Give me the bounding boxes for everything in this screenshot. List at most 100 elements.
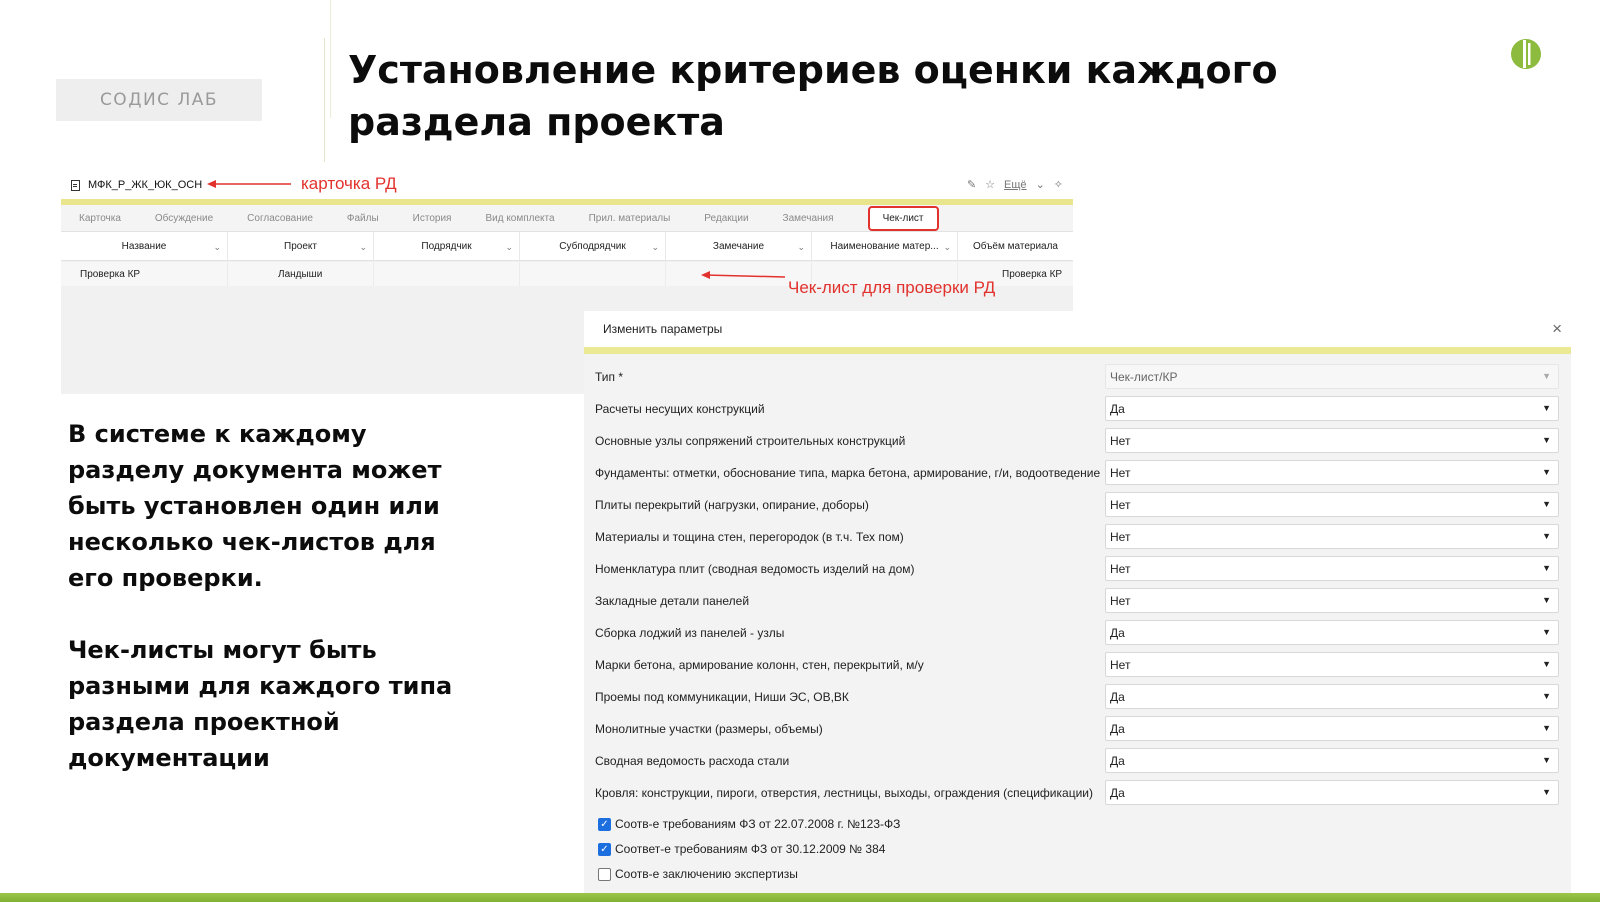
caret-down-icon: ▼ (1542, 435, 1551, 445)
cell-contractor (374, 262, 520, 286)
tab-history[interactable]: История (413, 213, 452, 224)
cell-name: Проверка КР (61, 262, 228, 286)
cell-subcontractor (520, 262, 666, 286)
brand-logo-icon (1511, 39, 1541, 69)
description-paragraph-1: В системе к каждому разделу документа мо… (68, 420, 442, 592)
checkbox-expertise[interactable]: Соотв-е заключению экспертизы (598, 867, 798, 881)
chevron-down-icon[interactable]: ⌄ (1036, 178, 1045, 191)
field-select[interactable]: Да ▼ (1105, 716, 1559, 741)
field-row: Кровля: конструкции, пироги, отверстия, … (595, 780, 1560, 806)
tab-checklist[interactable]: Чек-лист (867, 205, 939, 231)
more-button[interactable]: Ещё (1004, 179, 1027, 191)
checkbox-checked-icon[interactable]: ✓ (598, 817, 611, 831)
field-select[interactable]: Да ▼ (1105, 684, 1559, 709)
tab-revisions[interactable]: Редакции (704, 213, 748, 224)
tab-discussion[interactable]: Обсуждение (155, 213, 213, 224)
cell-project: Ландыши (228, 262, 374, 286)
caret-down-icon: ▼ (1542, 755, 1551, 765)
checkbox-fz-384[interactable]: ✓ Соответ-е требованиям ФЗ от 30.12.2009… (598, 842, 885, 856)
annotation-arrow-card (207, 180, 291, 188)
caret-down-icon: ▼ (1542, 659, 1551, 669)
field-label: Материалы и тощина стен, перегородок (в … (595, 530, 904, 544)
field-select[interactable]: Нет ▼ (1105, 460, 1559, 485)
field-row: Сводная ведомость расхода стали Да ▼ (595, 748, 1560, 774)
tab-card[interactable]: Карточка (79, 213, 121, 224)
field-label: Номенклатура плит (сводная ведомость изд… (595, 562, 915, 576)
column-header-project[interactable]: Проект ⌄ (228, 232, 374, 260)
title-divider (324, 38, 325, 162)
checkbox-checked-icon[interactable]: ✓ (598, 842, 611, 856)
annotation-checklist-label: Чек-лист для проверки РД (788, 278, 996, 297)
type-select[interactable]: Чек-лист/КР ▼ (1105, 364, 1559, 389)
tab-attachments[interactable]: Прил. материалы (589, 213, 671, 224)
caret-down-icon: ▼ (1542, 499, 1551, 509)
caret-down-icon: ▼ (1542, 787, 1551, 797)
document-tabs: Карточка Обсуждение Согласование Файлы И… (61, 205, 1073, 231)
pin-icon[interactable]: ✧ (1054, 178, 1063, 191)
close-icon[interactable]: × (1552, 319, 1562, 339)
field-select[interactable]: Нет ▼ (1105, 428, 1559, 453)
field-label: Монолитные участки (размеры, объемы) (595, 722, 823, 736)
caret-down-icon: ▼ (1542, 691, 1551, 701)
annotation-card-label: карточка РД (301, 174, 397, 193)
field-label-type: Тип * (595, 370, 624, 384)
chevron-down-icon: ⌄ (359, 242, 367, 252)
footer-accent-bar (0, 893, 1600, 902)
field-select[interactable]: Нет ▼ (1105, 556, 1559, 581)
field-label: Закладные детали панелей (595, 594, 750, 608)
field-label: Кровля: конструкции, пироги, отверстия, … (595, 786, 1093, 800)
document-toolbar: ✎ ☆ Ещё ⌄ ✧ (967, 178, 1063, 192)
field-select[interactable]: Да ▼ (1105, 396, 1559, 421)
chevron-down-icon: ⌄ (943, 242, 951, 252)
column-header-subcontractor[interactable]: Субподрядчик ⌄ (520, 232, 666, 260)
caret-down-icon: ▼ (1542, 467, 1551, 477)
column-header-contractor[interactable]: Подрядчик ⌄ (374, 232, 520, 260)
edit-parameters-dialog: Изменить параметры × Тип * Чек-лист/КР ▼ … (584, 311, 1571, 895)
document-icon (71, 180, 80, 191)
tab-files[interactable]: Файлы (347, 213, 379, 224)
description-paragraph-2: Чек-листы могут быть разными для каждого… (68, 636, 453, 772)
tab-remarks[interactable]: Замечания (783, 213, 834, 224)
caret-down-icon: ▼ (1542, 595, 1551, 605)
field-label: Основные узлы сопряжений строительных ко… (595, 434, 906, 448)
field-select[interactable]: Да ▼ (1105, 748, 1559, 773)
checkbox-unchecked-icon[interactable] (598, 867, 611, 881)
caret-down-icon: ▼ (1542, 403, 1551, 413)
slide-description: В системе к каждому разделу документа мо… (68, 416, 468, 812)
field-row: Номенклатура плит (сводная ведомость изд… (595, 556, 1560, 582)
field-select[interactable]: Нет ▼ (1105, 524, 1559, 549)
field-select[interactable]: Нет ▼ (1105, 492, 1559, 517)
field-select[interactable]: Нет ▼ (1105, 652, 1559, 677)
field-select[interactable]: Да ▼ (1105, 780, 1559, 805)
caret-down-icon: ▼ (1542, 371, 1551, 381)
field-row: Закладные детали панелей Нет ▼ (595, 588, 1560, 614)
field-row-type: Тип * Чек-лист/КР ▼ (595, 364, 1560, 390)
tab-approval[interactable]: Согласование (247, 213, 313, 224)
field-label: Проемы под коммуникации, Ниши ЭС, ОВ,ВК (595, 690, 849, 704)
column-header-material-volume[interactable]: Объём материала (958, 232, 1073, 260)
field-select[interactable]: Нет ▼ (1105, 588, 1559, 613)
company-logo: СОДИС ЛАБ (56, 79, 262, 121)
column-header-material-name[interactable]: Наименование матер... ⌄ (812, 232, 958, 260)
document-header: МФК_Р_ЖК_ЮК_ОСН карточка РД ✎ ☆ Ещё ⌄ ✧ (61, 171, 1073, 201)
field-row: Марки бетона, армирование колонн, стен, … (595, 652, 1560, 678)
star-icon[interactable]: ☆ (985, 178, 995, 191)
pencil-icon[interactable]: ✎ (967, 178, 976, 191)
field-row: Проемы под коммуникации, Ниши ЭС, ОВ,ВК … (595, 684, 1560, 710)
field-label: Расчеты несущих конструкций (595, 402, 765, 416)
caret-down-icon: ▼ (1542, 531, 1551, 541)
field-row: Плиты перекрытий (нагрузки, опирание, до… (595, 492, 1560, 518)
annotation-arrow-checklist (701, 271, 786, 279)
field-label: Фундаменты: отметки, обоснование типа, м… (595, 466, 1101, 480)
column-header-name[interactable]: Название ⌄ (61, 232, 228, 260)
field-row: Основные узлы сопряжений строительных ко… (595, 428, 1560, 454)
field-select[interactable]: Да ▼ (1105, 620, 1559, 645)
caret-down-icon: ▼ (1542, 563, 1551, 573)
dialog-accent-bar (584, 347, 1571, 354)
document-name: МФК_Р_ЖК_ЮК_ОСН (88, 179, 203, 191)
column-header-remark[interactable]: Замечание ⌄ (666, 232, 812, 260)
field-label: Сборка лоджий из панелей - узлы (595, 626, 785, 640)
checkbox-fz-123[interactable]: ✓ Соотв-е требованиям ФЗ от 22.07.2008 г… (598, 817, 900, 831)
tab-set-type[interactable]: Вид комплекта (485, 213, 554, 224)
caret-down-icon: ▼ (1542, 723, 1551, 733)
